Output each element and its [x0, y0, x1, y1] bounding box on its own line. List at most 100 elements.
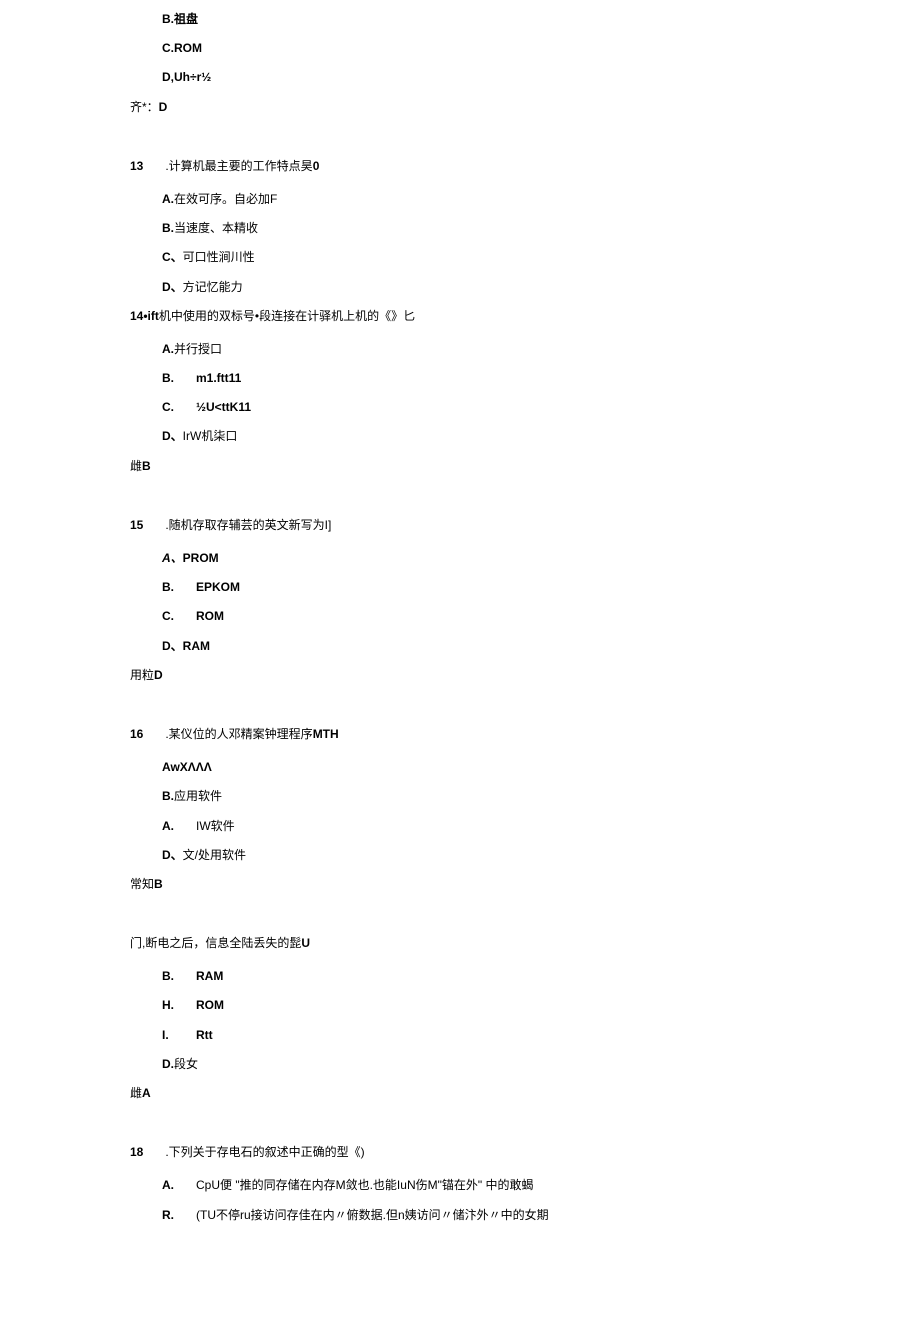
q13-b-prefix: B.	[162, 219, 174, 238]
q18-b-prefix: R.	[162, 1206, 196, 1225]
q12-answer-value: D	[159, 100, 168, 114]
q17-option-c: I.Rtt	[162, 1026, 790, 1045]
q16-c-text: IW软件	[196, 819, 235, 833]
q13-d-text: 方记忆能力	[183, 280, 243, 294]
q14-b-prefix: B.	[162, 369, 196, 388]
q16-c-prefix: A.	[162, 817, 196, 836]
q17-c-prefix: I.	[162, 1026, 196, 1045]
q15-options: A、PROM B.EPKOM C.ROM D、RAM	[130, 549, 790, 656]
q18-option-a: A.CpU便 "推的同存储在内存M敛也.也能IuN伤M"锚在外" 中的敢蝎	[162, 1176, 790, 1195]
q15-c-text: ROM	[196, 609, 224, 623]
q14-answer: 雌B	[130, 457, 790, 476]
q15-number: 15	[130, 516, 150, 535]
q14-answer-label: 雌	[130, 459, 142, 473]
q18-option-b: R.(TU不停ru接访问存佳在内〃俯数据.但n姨访问〃储汴外〃中的女期	[162, 1206, 790, 1225]
q15-option-a: A、PROM	[162, 549, 790, 568]
q13-c-text: 可口性涧川性	[183, 250, 255, 264]
q12-options: B.祖盘 C.ROM D,Uh÷r½	[130, 10, 790, 88]
q17-header: 门,断电之后，信息全陆丢失的髭U	[130, 934, 790, 953]
q16-b-text: 应用软件	[174, 789, 222, 803]
q13-option-b: B.当速度、本精收	[162, 219, 790, 238]
q12-answer: 齐*：D	[130, 98, 790, 117]
q13-b-text: 当速度、本精收	[174, 221, 258, 235]
q18-options: A.CpU便 "推的同存储在内存M敛也.也能IuN伤M"锚在外" 中的敢蝎 R.…	[130, 1176, 790, 1224]
q15-answer-value: D	[154, 668, 163, 682]
q15-d-text: RAM	[183, 639, 210, 653]
q13-header: 13 .计算机最主要的工作特点昊0	[130, 157, 790, 176]
q14-option-a: A.并行授口	[162, 340, 790, 359]
q13-option-d: D、方记忆能力	[162, 278, 790, 297]
q17-option-b: H.ROM	[162, 996, 790, 1015]
q13-d-prefix: D、	[162, 278, 183, 297]
q15-b-prefix: B.	[162, 578, 196, 597]
q15-b-text: EPKOM	[196, 580, 240, 594]
q17-a-prefix: B.	[162, 967, 196, 986]
q14-header: 14•ift机中使用的双标号•段连接在计驿机上机的《》匕	[130, 307, 790, 326]
q16-option-b: B.应用软件	[162, 787, 790, 806]
q16-header: 16 .某仪位的人邓精案钟理程序MTH	[130, 725, 790, 744]
q17-answer: 雌A	[130, 1084, 790, 1103]
q17-text: 门,断电之后，信息全陆丢失的髭	[130, 936, 301, 950]
q13-options: A.在效可序。自必加F B.当速度、本精收 C、可口性涧川性 D、方记忆能力	[130, 190, 790, 297]
q14-text: 机中使用的双标号•段连接在计驿机上机的《》匕	[159, 309, 415, 323]
q17-answer-value: A	[142, 1086, 151, 1100]
q13-text: .计算机最主要的工作特点昊	[165, 159, 312, 173]
q17-c-text: Rtt	[196, 1028, 213, 1042]
q15-option-b: B.EPKOM	[162, 578, 790, 597]
q13-c-prefix: C、	[162, 248, 183, 267]
q15-answer: 用粒D	[130, 666, 790, 685]
q17-option-a: B.RAM	[162, 967, 790, 986]
q12-option-b: B.祖盘	[162, 10, 790, 29]
q16-number: 16	[130, 725, 150, 744]
q15-option-d: D、RAM	[162, 637, 790, 656]
q14-a-prefix: A.	[162, 340, 174, 359]
q16-options: AwXΛΛΛ B.应用软件 A.IW软件 D、文/处用软件	[130, 758, 790, 865]
q15-text: .随机存取存辅芸的英文新写为I]	[165, 518, 331, 532]
q14-a-text: 并行授口	[174, 342, 222, 356]
q14-c-prefix: C.	[162, 398, 196, 417]
q17-options: B.RAM H.ROM I.Rtt D.段女	[130, 967, 790, 1074]
q16-option-d: D、文/处用软件	[162, 846, 790, 865]
q15-c-prefix: C.	[162, 607, 196, 626]
q18-text: .下列关于存电石的叙述中正确的型《)	[165, 1145, 364, 1159]
q14-d-text: IrW机柒口	[183, 429, 238, 443]
q16-d-text: 文/处用软件	[183, 848, 246, 862]
q13-number: 13	[130, 157, 150, 176]
q17-a-text: RAM	[196, 969, 223, 983]
q17-option-d: D.段女	[162, 1055, 790, 1074]
q17-d-text: 段女	[174, 1057, 198, 1071]
q14-c-text: ½U<ttK11	[196, 400, 251, 414]
q12-option-d: D,Uh÷r½	[162, 68, 790, 87]
q13-option-a: A.在效可序。自必加F	[162, 190, 790, 209]
q12-option-c: C.ROM	[162, 39, 790, 58]
q13-a-prefix: A.	[162, 190, 174, 209]
q17-d-prefix: D.	[162, 1055, 174, 1074]
q16-d-prefix: D、	[162, 846, 183, 865]
q18-a-text: CpU便 "推的同存储在内存M敛也.也能IuN伤M"锚在外" 中的敢蝎	[196, 1178, 533, 1192]
q18-header: 18 .下列关于存电石的叙述中正确的型《)	[130, 1143, 790, 1162]
q14-number: 14•ift	[130, 309, 159, 323]
q17-answer-label: 雌	[130, 1086, 142, 1100]
q15-d-prefix: D、	[162, 637, 183, 656]
q14-b-text: m1.ftt11	[196, 371, 241, 385]
q13-option-c: C、可口性涧川性	[162, 248, 790, 267]
q15-a-text: PROM	[183, 551, 219, 565]
q15-header: 15 .随机存取存辅芸的英文新写为I]	[130, 516, 790, 535]
q16-option-a: AwXΛΛΛ	[162, 758, 790, 777]
q15-option-c: C.ROM	[162, 607, 790, 626]
q16-option-c: A.IW软件	[162, 817, 790, 836]
q14-d-prefix: D、	[162, 427, 183, 446]
q16-b-prefix: B.	[162, 787, 174, 806]
q14-option-c: C.½U<ttK11	[162, 398, 790, 417]
q17-end: U	[301, 936, 310, 950]
q17-b-text: ROM	[196, 998, 224, 1012]
q16-text: .某仪位的人邓精案钟理程序	[165, 727, 312, 741]
q16-answer: 常知B	[130, 875, 790, 894]
q14-answer-value: B	[142, 459, 151, 473]
q16-answer-value: B	[154, 877, 163, 891]
q18-number: 18	[130, 1143, 150, 1162]
q14-options: A.并行授口 B.m1.ftt11 C.½U<ttK11 D、IrW机柒口	[130, 340, 790, 447]
q17-b-prefix: H.	[162, 996, 196, 1015]
q18-a-prefix: A.	[162, 1176, 196, 1195]
q18-b-text: (TU不停ru接访问存佳在内〃俯数据.但n姨访问〃储汴外〃中的女期	[196, 1208, 549, 1222]
